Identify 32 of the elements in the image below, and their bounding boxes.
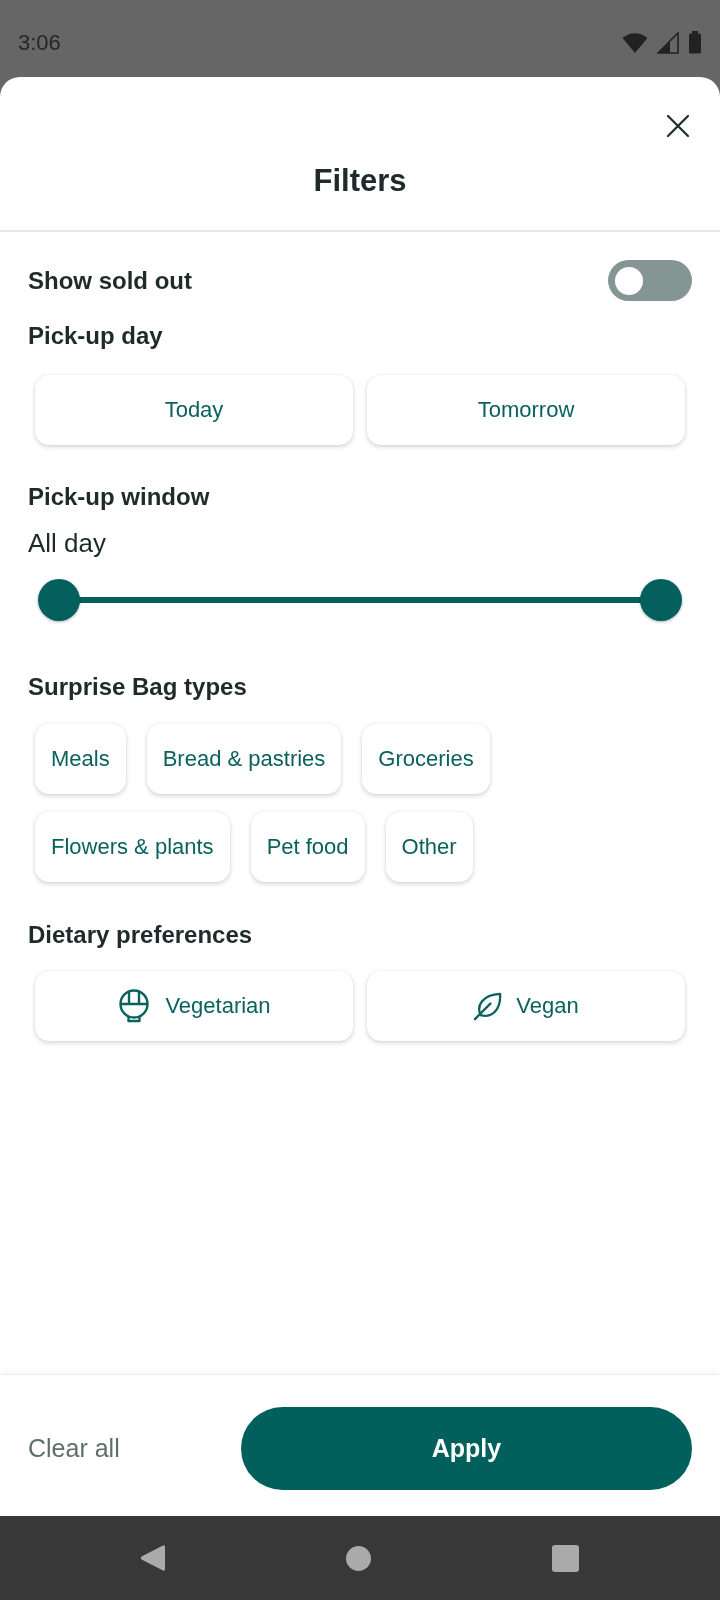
recents-icon[interactable]: [552, 1544, 579, 1572]
dietary-option[interactable]: Vegan: [367, 971, 685, 1041]
section-heading: Pick-up window: [28, 482, 211, 512]
back-icon[interactable]: [140, 1544, 165, 1572]
bag-type-chip[interactable]: Bread & pastries: [146, 724, 342, 794]
section-heading: Pick-up day: [28, 321, 164, 351]
show-sold-out-label: Show sold out: [28, 266, 192, 295]
slider-thumb[interactable]: [640, 579, 682, 621]
pick-up-window-value: All day: [28, 527, 108, 559]
leaf-icon: [473, 991, 503, 1021]
bag-type-chip[interactable]: Flowers & plants: [35, 812, 230, 882]
bowl-icon: [117, 989, 152, 1023]
battery-icon: [688, 31, 702, 54]
bag-type-chip[interactable]: Other: [385, 812, 473, 882]
sheet-title: Filters: [312, 162, 408, 200]
home-icon[interactable]: [346, 1545, 371, 1571]
close-icon: [667, 115, 689, 137]
section-heading: Dietary preferences: [28, 920, 254, 950]
wifi-icon: [622, 31, 648, 54]
apply-button[interactable]: Apply: [241, 1407, 692, 1490]
slider-thumb[interactable]: [38, 579, 80, 621]
bag-type-chip[interactable]: Groceries: [362, 724, 490, 794]
pick-up-day-option[interactable]: Today: [35, 375, 353, 445]
bag-type-chip[interactable]: Meals: [35, 724, 126, 794]
section-heading: Surprise Bag types: [28, 672, 248, 702]
bag-type-chip[interactable]: Pet food: [250, 812, 365, 882]
clear-all-button[interactable]: Clear all: [28, 1434, 120, 1463]
pick-up-day-option[interactable]: Tomorrow: [367, 375, 685, 445]
toggle-switch[interactable]: [608, 260, 692, 301]
status-time: 3:06: [18, 29, 61, 56]
signal-icon: [657, 31, 679, 54]
dietary-option[interactable]: Vegetarian: [35, 971, 353, 1041]
